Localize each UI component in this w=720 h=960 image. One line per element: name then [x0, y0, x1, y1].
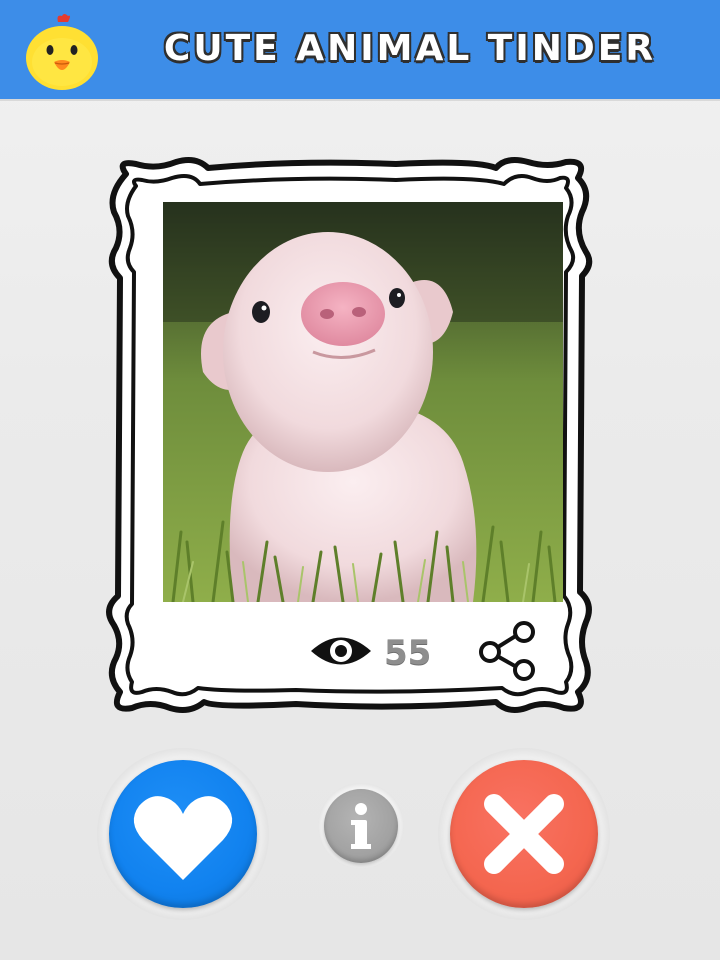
app-title: CUTE ANIMAL TINDER: [163, 28, 657, 69]
info-icon: [351, 803, 371, 849]
app-header: CUTE ANIMAL TINDER: [0, 0, 720, 101]
heart-icon: [133, 796, 233, 880]
info-button-face[interactable]: [324, 789, 398, 863]
eye-icon: [309, 630, 373, 672]
share-icon[interactable]: [476, 620, 542, 682]
like-button[interactable]: [97, 748, 269, 920]
close-icon: [484, 794, 564, 874]
dislike-button[interactable]: [438, 748, 610, 920]
info-button[interactable]: [318, 783, 404, 869]
animal-photo[interactable]: [163, 202, 563, 602]
chick-icon: [22, 12, 102, 92]
dislike-button-face[interactable]: [450, 760, 598, 908]
view-count: 55: [384, 633, 432, 673]
like-button-face[interactable]: [109, 760, 257, 908]
